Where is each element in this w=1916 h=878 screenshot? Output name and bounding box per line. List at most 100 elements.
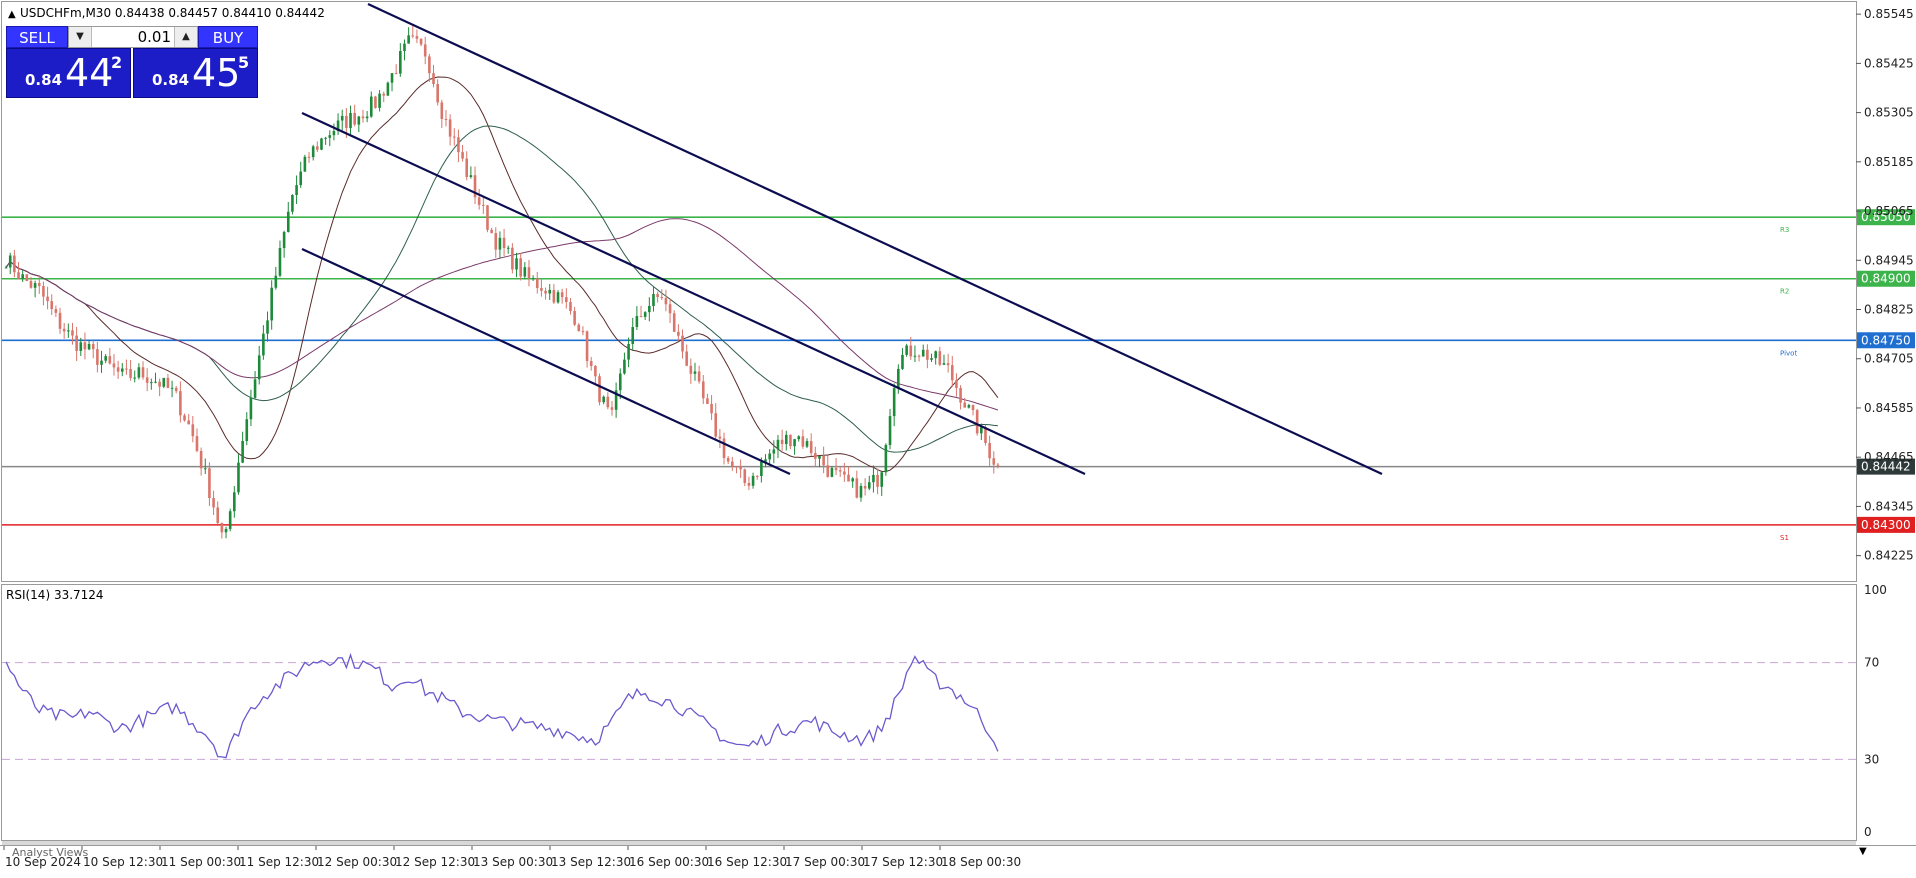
candle-body [83,342,87,350]
candle-body [436,84,439,103]
analyst-views-tab[interactable]: Analyst Views [12,846,88,859]
candle-body [618,373,622,391]
candle-body [237,462,240,493]
candle-body [772,449,776,454]
candle-body [639,316,643,318]
candle-body [419,38,423,45]
candle-body [577,324,581,332]
buy-price-button[interactable]: 0.84 45 5 [133,48,258,98]
candle-body [726,458,730,462]
candle-body [801,436,805,447]
candle-body [681,335,684,352]
candle-body [17,272,20,279]
chart-canvas[interactable]: 0.85050R30.84900R20.84750Pivot0.844420.8… [0,0,1916,874]
candle-body [486,205,489,230]
candle-body [187,420,190,425]
candle-body [249,397,253,420]
candle-body [834,468,838,471]
candle-body [793,439,796,447]
candle-body [21,274,24,279]
candle-body [494,233,498,250]
candle-body [195,436,199,451]
candle-body [125,368,128,370]
candle-body [274,275,278,288]
time-tick-label: 10 Sep 12:30 [83,855,163,869]
candle-body [278,248,282,276]
candle-body [386,82,390,96]
candle-body [855,478,859,498]
candles [4,25,1000,539]
candle-body [917,355,921,357]
candle-body [183,415,186,421]
candle-body [67,330,70,332]
candle-body [643,312,647,317]
lot-size-input[interactable] [91,27,175,47]
candle-body [245,419,249,441]
lot-size-stepper[interactable]: ▼ ▲ [68,26,198,48]
trend-channel[interactable] [301,3,1383,475]
candle-body [423,44,427,57]
time-tick-label: 16 Sep 00:30 [629,855,709,869]
sell-price-button[interactable]: 0.84 44 2 [6,48,131,98]
candle-body [897,368,900,389]
candle-body [706,398,709,404]
time-tick-label: 11 Sep 00:30 [161,855,241,869]
candle-body [349,112,352,129]
candle-body [565,297,568,302]
candle-body [145,377,149,383]
candle-body [311,146,315,158]
candle-body [921,349,925,357]
candle-body [432,73,435,85]
buy-price-big: 45 [192,51,241,95]
candle-body [847,474,850,482]
trend-channel-line[interactable] [301,248,791,475]
candle-body [589,361,593,366]
price-tick-label: 0.85185 [1864,155,1914,169]
candle-body [992,458,996,465]
buy-button[interactable]: BUY [198,26,258,48]
candle-body [50,301,54,310]
candle-body [444,118,448,120]
candle-body [531,278,535,280]
candle-body [701,381,705,399]
candle-body [826,465,830,477]
candle-body [718,436,722,439]
candle-body [25,274,29,282]
level-price-label: 0.84300 [1861,518,1911,532]
candle-body [411,35,415,37]
candle-body [768,453,771,460]
candle-body [498,237,502,250]
candle-body [390,73,394,83]
candle-body [610,407,614,410]
candle-body [755,475,759,477]
rsi-tick-label: 70 [1864,656,1879,670]
candle-body [13,255,16,273]
candle-body [448,119,452,137]
pane-splitter[interactable] [2,841,1856,845]
candle-body [556,292,560,303]
candle-body [120,368,124,372]
moving-average-line [5,125,998,453]
buy-price-prefix: 0.84 [152,71,190,89]
scroll-down-icon[interactable]: ▼ [1859,846,1867,857]
candle-body [374,96,377,108]
candle-body [668,304,672,314]
candle-body [295,185,298,196]
level-name-label: S1 [1780,534,1789,542]
moving-average-line [5,76,999,473]
candle-body [320,138,323,150]
chart-window[interactable]: 0.85050 R3 0.84900 R2 0.84750 Pivot 0.84442 0.8… [0,0,1916,874]
price-tick-label: 0.84585 [1864,401,1914,415]
candle-body [880,472,884,487]
candle-body [266,320,269,334]
trend-channel-line[interactable] [367,3,1383,475]
lot-increase-icon[interactable]: ▲ [174,27,197,47]
candle-body [884,444,888,473]
lot-decrease-icon[interactable]: ▼ [69,27,92,47]
candle-body [116,367,120,372]
trend-channel-line[interactable] [301,112,1086,475]
candle-body [814,453,817,459]
candle-body [104,356,107,361]
candle-body [286,211,290,232]
sell-button[interactable]: SELL [6,26,68,48]
